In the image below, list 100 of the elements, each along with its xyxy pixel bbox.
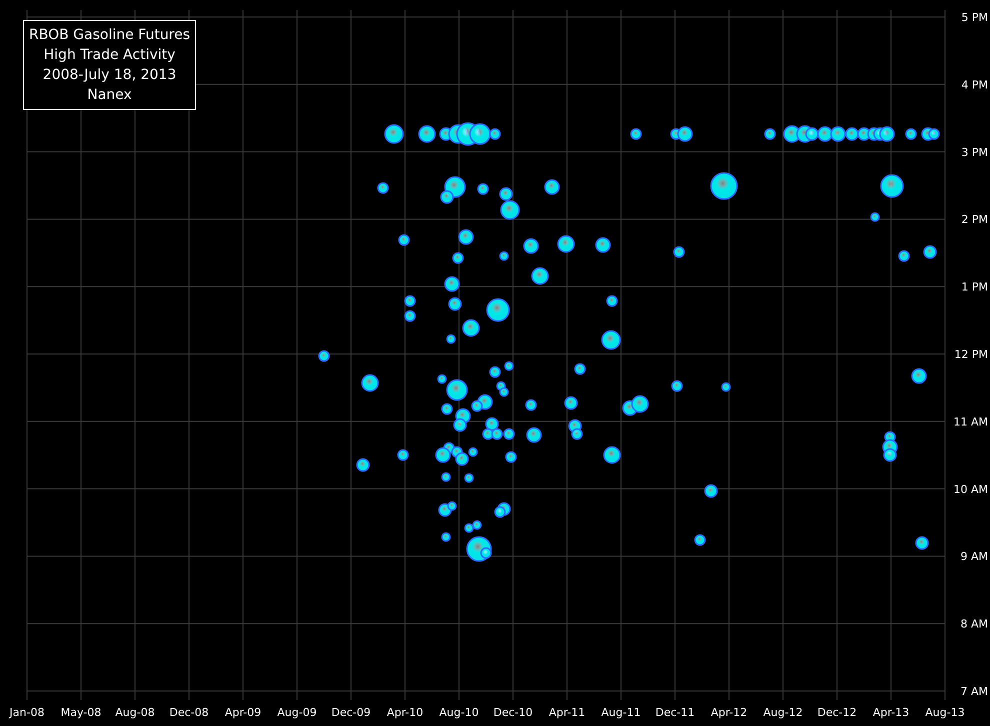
bubble [923,245,937,259]
bubble [879,126,895,142]
bubble [721,382,731,392]
bubble [505,451,517,463]
axis-label: Dec-12 [817,706,857,719]
bubble [444,276,460,292]
axis-label: Apr-11 [548,706,586,719]
bubble [601,330,621,350]
bubble [704,484,718,498]
bubble [606,295,618,307]
bubble [911,368,927,384]
bubble [477,183,489,195]
bubble [574,363,586,375]
axis-label: 11 AM [953,415,988,428]
bubble [455,452,469,466]
axis-label: Apr-13 [872,706,910,719]
bubble [805,127,819,141]
bubble [491,428,503,440]
bubble [870,212,880,222]
bubble [883,448,897,462]
axis-label: 10 AM [953,482,988,496]
axis-label: 3 PM [961,146,988,159]
bubble [361,374,379,392]
axis-label: 12 PM [954,348,988,361]
axis-label: Apr-12 [710,706,748,719]
bubble [404,295,416,307]
bubble [384,124,404,144]
bubble [845,127,859,141]
bubble [398,234,410,246]
bubble [764,128,776,140]
bubble [928,128,940,140]
bubble [397,449,409,461]
bubble [452,252,464,264]
axis-label: Apr-10 [386,706,424,719]
axis-label: 1 PM [961,280,988,294]
bubble [471,400,483,412]
bubble [595,237,611,253]
axis-label: Aug-12 [763,706,803,719]
bubble [503,428,515,440]
axis-label: 8 AM [960,618,988,631]
bubble [905,128,917,140]
axis-label: Aug-08 [115,706,155,719]
bubble [462,319,480,337]
axis-label: 2 PM [961,213,988,226]
bubble [404,310,416,322]
bubble [710,172,738,200]
bubble [526,427,542,443]
axis-label: Aug-09 [277,706,317,719]
bubble [671,380,683,392]
axis-label: 9 AM [960,550,988,564]
bubble [631,395,649,413]
bubble [447,501,457,511]
axis-label: Dec-09 [331,706,371,719]
bubble [523,238,539,254]
bubble [525,399,537,411]
bubble [544,179,560,195]
bubble [915,536,929,550]
bubble [694,534,706,546]
bubble [557,235,575,253]
axis-label: May-08 [60,706,102,719]
bubble [446,334,456,344]
bubble [453,418,467,432]
bubble [603,446,621,464]
axis-label: Apr-09 [224,706,262,719]
bubble [448,297,462,311]
title-line: Nanex [87,86,132,105]
bubble [468,447,478,457]
bubble [464,473,474,483]
bubble [630,128,642,140]
bubble [318,350,330,362]
bubble [494,506,506,518]
axis-label: 5 PM [961,11,988,24]
title-line: RBOB Gasoline Futures [29,26,190,45]
title-line: 2008-July 18, 2013 [42,66,176,85]
title-line: High Trade Activity [44,46,176,65]
bubble [441,532,451,542]
axis-label: Aug-13 [925,706,965,719]
axis-label: Dec-11 [655,706,695,719]
bubble [482,428,494,440]
axis-label: 7 AM [960,685,988,698]
bubble [418,125,436,143]
bubble [499,187,513,201]
bubble [677,126,693,142]
bubble [441,472,451,482]
bubble [356,458,370,472]
bubble [500,200,520,220]
axis-label: Jan-08 [10,706,44,719]
bubble [817,126,833,142]
bubble [377,182,389,194]
bubble [485,417,499,431]
bubble [489,366,501,378]
bubble [673,246,685,258]
bubble [564,396,578,410]
bubble [880,174,904,198]
bubble [571,428,583,440]
bubble [898,250,910,262]
bubble [435,447,451,463]
bubble [441,403,453,415]
axis-label: Aug-10 [439,706,479,719]
bubble [499,251,509,261]
